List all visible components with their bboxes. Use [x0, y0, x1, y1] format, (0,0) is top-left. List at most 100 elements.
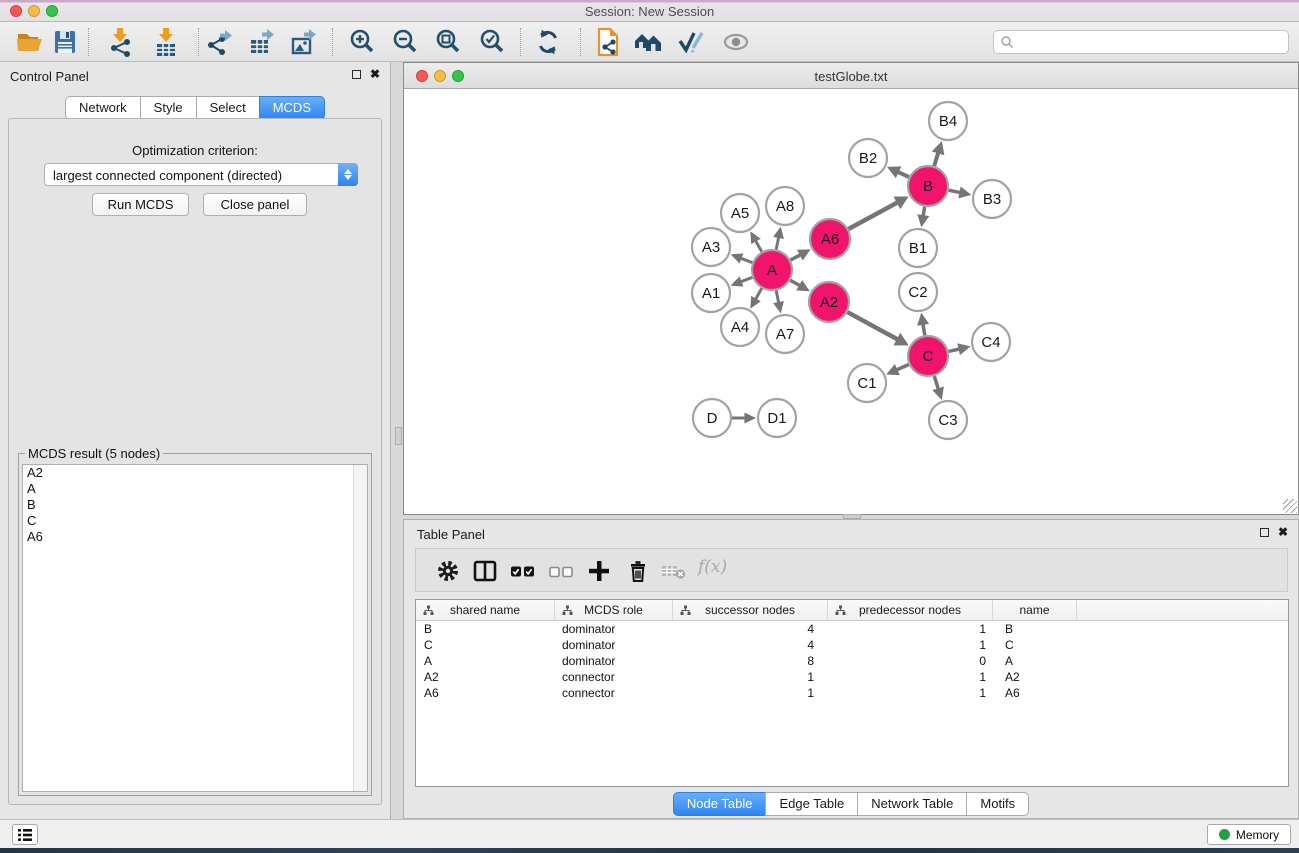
cell-successor-nodes[interactable]: 4	[673, 621, 828, 637]
list-item[interactable]: A6	[23, 529, 367, 545]
cell-predecessor-nodes[interactable]: 1	[828, 621, 993, 637]
graph-edge[interactable]	[847, 312, 898, 340]
save-session-icon[interactable]	[50, 27, 80, 57]
create-column-plus-icon[interactable]	[584, 556, 614, 586]
column-header-name[interactable]: name	[993, 600, 1077, 620]
cell-shared-name[interactable]: A2	[416, 669, 555, 685]
cell-mcds-role[interactable]: dominator	[555, 637, 673, 653]
cell-name[interactable]: B	[993, 621, 1077, 637]
search-input[interactable]	[1014, 32, 1288, 52]
unselect-all-columns-icon[interactable]	[546, 556, 576, 586]
task-history-button[interactable]	[12, 824, 38, 845]
tab-node-table[interactable]: Node Table	[673, 792, 767, 816]
edge-arrowhead-icon	[773, 301, 784, 313]
column-header-shared-name[interactable]: shared name	[416, 600, 555, 620]
table-row[interactable]: B dominator 4 1 B	[416, 621, 1288, 637]
network-window-titlebar[interactable]: testGlobe.txt	[404, 63, 1298, 89]
graph-edge[interactable]	[755, 288, 762, 300]
cell-mcds-role[interactable]: dominator	[555, 653, 673, 669]
cell-predecessor-nodes[interactable]: 1	[828, 637, 993, 653]
cell-mcds-role[interactable]: connector	[555, 669, 673, 685]
column-header-predecessor-nodes[interactable]: predecessor nodes	[828, 600, 993, 620]
refresh-icon[interactable]	[533, 27, 563, 57]
table-row[interactable]: A dominator 8 0 A	[416, 653, 1288, 669]
cell-successor-nodes[interactable]: 8	[673, 653, 828, 669]
optimization-select[interactable]: largest connected component (directed)	[44, 163, 358, 186]
splitter-grip-vertical[interactable]	[395, 427, 402, 445]
float-panel-icon[interactable]	[1260, 528, 1269, 537]
list-item[interactable]: B	[23, 497, 367, 513]
cell-mcds-role[interactable]: connector	[555, 685, 673, 701]
cell-predecessor-nodes[interactable]: 0	[828, 653, 993, 669]
graph-edge[interactable]	[740, 258, 753, 263]
run-mcds-button[interactable]: Run MCDS	[92, 193, 189, 216]
tab-network[interactable]: Network	[65, 96, 141, 120]
new-network-file-icon[interactable]	[593, 27, 623, 57]
edge-arrowhead-icon	[958, 186, 971, 198]
table-row[interactable]: A2 connector 1 1 A2	[416, 669, 1288, 685]
float-panel-icon[interactable]	[352, 70, 361, 79]
tab-motifs[interactable]: Motifs	[966, 792, 1029, 816]
cell-successor-nodes[interactable]: 1	[673, 685, 828, 701]
zoom-fit-icon[interactable]	[433, 27, 463, 57]
zoom-selected-icon[interactable]	[477, 27, 507, 57]
table-row[interactable]: A6 connector 1 1 A6	[416, 685, 1288, 701]
list-scrollbar[interactable]	[353, 465, 367, 791]
cell-predecessor-nodes[interactable]: 1	[828, 669, 993, 685]
import-network-icon[interactable]	[105, 27, 135, 57]
tab-edge-table[interactable]: Edge Table	[765, 792, 858, 816]
cell-mcds-role[interactable]: dominator	[555, 621, 673, 637]
graph-edge[interactable]	[896, 364, 909, 370]
graph-edge[interactable]	[740, 277, 753, 282]
table-row[interactable]: C dominator 4 1 C	[416, 637, 1288, 653]
tab-mcds[interactable]: MCDS	[259, 96, 325, 120]
table-settings-gear-icon[interactable]	[433, 556, 463, 586]
cell-shared-name[interactable]: A	[416, 653, 555, 669]
graph-edge[interactable]	[776, 236, 779, 249]
close-panel-icon[interactable]: ✖	[370, 69, 380, 80]
column-header-successor-nodes[interactable]: successor nodes	[673, 600, 828, 620]
style-edit-icon[interactable]	[675, 27, 705, 57]
open-session-icon[interactable]	[15, 27, 45, 57]
zoom-out-icon[interactable]	[390, 27, 420, 57]
cell-shared-name[interactable]: A6	[416, 685, 555, 701]
export-table-icon[interactable]	[247, 27, 277, 57]
import-table-icon[interactable]	[151, 27, 181, 57]
graph-edge[interactable]	[848, 202, 898, 229]
graph-edge[interactable]	[755, 240, 762, 252]
cell-name[interactable]: A2	[993, 669, 1077, 685]
cell-predecessor-nodes[interactable]: 1	[828, 685, 993, 701]
export-image-icon[interactable]	[289, 27, 319, 57]
zoom-in-icon[interactable]	[347, 27, 377, 57]
cell-successor-nodes[interactable]: 1	[673, 669, 828, 685]
resize-grip-icon[interactable]	[1283, 499, 1297, 513]
close-panel-button[interactable]: Close panel	[203, 193, 307, 216]
export-network-icon[interactable]	[205, 27, 235, 57]
cell-name[interactable]: A6	[993, 685, 1077, 701]
cell-shared-name[interactable]: C	[416, 637, 555, 653]
mcds-result-list: A2 A B C A6	[22, 464, 368, 792]
list-item[interactable]: A2	[23, 465, 367, 481]
list-item[interactable]: A	[23, 481, 367, 497]
tab-network-table[interactable]: Network Table	[857, 792, 967, 816]
network-canvas[interactable]: B4B2BB3A5A8A6A3B1AC2A1A2A4A7C4CC1DD1C3	[404, 89, 1298, 514]
cell-successor-nodes[interactable]: 4	[673, 637, 828, 653]
graph-edge[interactable]	[934, 376, 938, 390]
toolbar-separator	[332, 28, 333, 56]
close-panel-icon[interactable]: ✖	[1278, 527, 1288, 538]
cell-shared-name[interactable]: B	[416, 621, 555, 637]
memory-button[interactable]: Memory	[1207, 824, 1291, 845]
delete-column-trash-icon[interactable]	[623, 556, 653, 586]
select-all-columns-icon[interactable]	[508, 556, 538, 586]
graph-edge[interactable]	[776, 291, 779, 304]
column-header-mcds-role[interactable]: MCDS role	[555, 600, 673, 620]
show-columns-icon[interactable]	[470, 556, 500, 586]
graph-edge[interactable]	[934, 151, 938, 166]
home-icon[interactable]	[633, 27, 663, 57]
list-item[interactable]: C	[23, 513, 367, 529]
cell-name[interactable]: A	[993, 653, 1077, 669]
tab-select[interactable]: Select	[196, 96, 260, 120]
cell-name[interactable]: C	[993, 637, 1077, 653]
tab-style[interactable]: Style	[140, 96, 197, 120]
graph-edge[interactable]	[897, 171, 909, 177]
